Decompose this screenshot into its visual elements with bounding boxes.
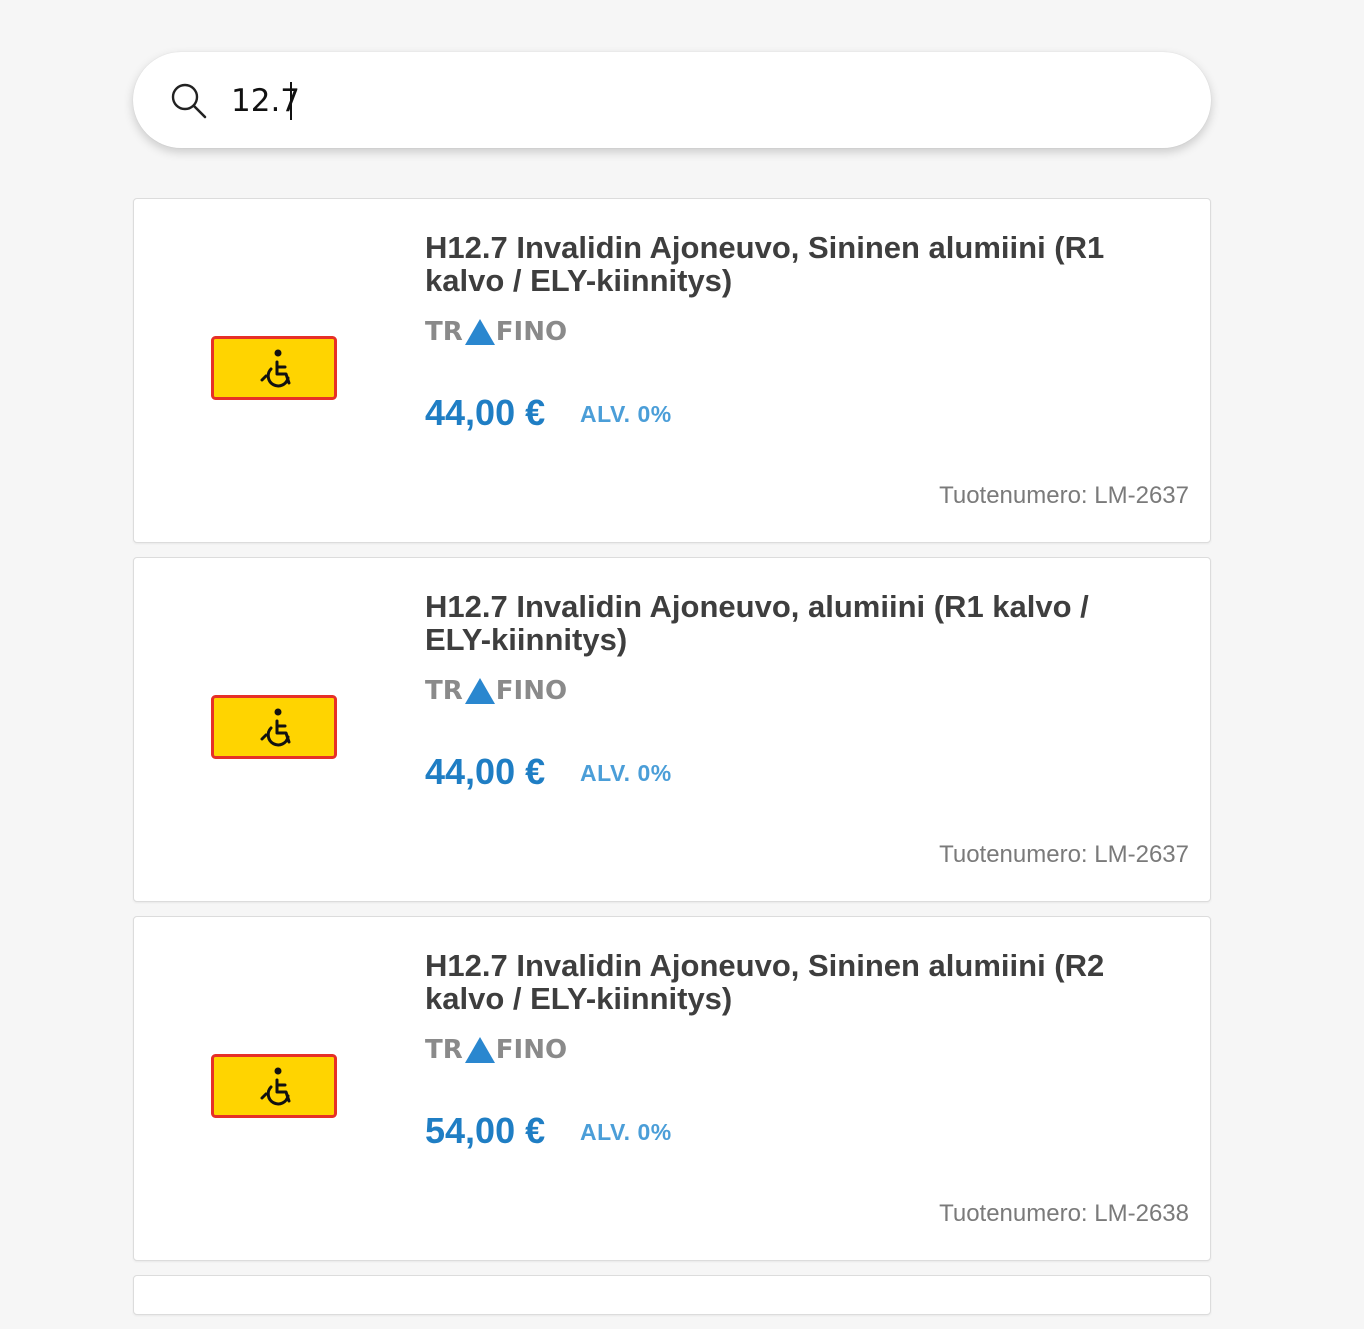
brand-logo: TR FINO <box>425 317 567 347</box>
product-sku: Tuotenumero: LM-2638 <box>939 1200 1189 1227</box>
product-title[interactable]: H12.7 Invalidin Ajoneuvo, Sininen alumii… <box>425 231 1155 297</box>
product-sku: Tuotenumero: LM-2637 <box>939 841 1189 868</box>
results-list: H12.7 Invalidin Ajoneuvo, Sininen alumii… <box>133 198 1211 1329</box>
triangle-icon <box>464 319 495 345</box>
text-caret <box>290 82 292 120</box>
product-price: 54,00 € <box>425 1110 546 1151</box>
triangle-icon <box>464 678 495 704</box>
search-bar[interactable] <box>133 52 1211 148</box>
search-icon <box>171 83 207 119</box>
triangle-icon <box>464 1037 495 1063</box>
wheelchair-sign-icon <box>211 1054 337 1118</box>
vat-label: ALV. 0% <box>580 1119 672 1145</box>
brand-logo-left: TR <box>425 1035 463 1065</box>
product-card[interactable] <box>133 1275 1211 1315</box>
brand-logo-right: FINO <box>495 676 568 706</box>
brand-logo-left: TR <box>425 676 463 706</box>
product-title[interactable]: H12.7 Invalidin Ajoneuvo, Sininen alumii… <box>425 949 1155 1015</box>
product-sku: Tuotenumero: LM-2637 <box>939 482 1189 509</box>
product-title[interactable]: H12.7 Invalidin Ajoneuvo, alumiini (R1 k… <box>425 590 1155 656</box>
brand-logo: TR FINO <box>425 1035 567 1065</box>
brand-logo: TR FINO <box>425 676 567 706</box>
vat-label: ALV. 0% <box>580 401 672 427</box>
product-card[interactable]: H12.7 Invalidin Ajoneuvo, Sininen alumii… <box>133 198 1211 543</box>
product-price: 44,00 € <box>425 392 546 433</box>
wheelchair-sign-icon <box>211 336 337 400</box>
product-card[interactable]: H12.7 Invalidin Ajoneuvo, alumiini (R1 k… <box>133 557 1211 902</box>
search-input[interactable] <box>231 76 1131 126</box>
wheelchair-sign-icon <box>211 695 337 759</box>
vat-label: ALV. 0% <box>580 760 672 786</box>
product-card[interactable]: H12.7 Invalidin Ajoneuvo, Sininen alumii… <box>133 916 1211 1261</box>
brand-logo-right: FINO <box>495 1035 568 1065</box>
brand-logo-left: TR <box>425 317 463 347</box>
brand-logo-right: FINO <box>495 317 568 347</box>
product-price: 44,00 € <box>425 751 546 792</box>
